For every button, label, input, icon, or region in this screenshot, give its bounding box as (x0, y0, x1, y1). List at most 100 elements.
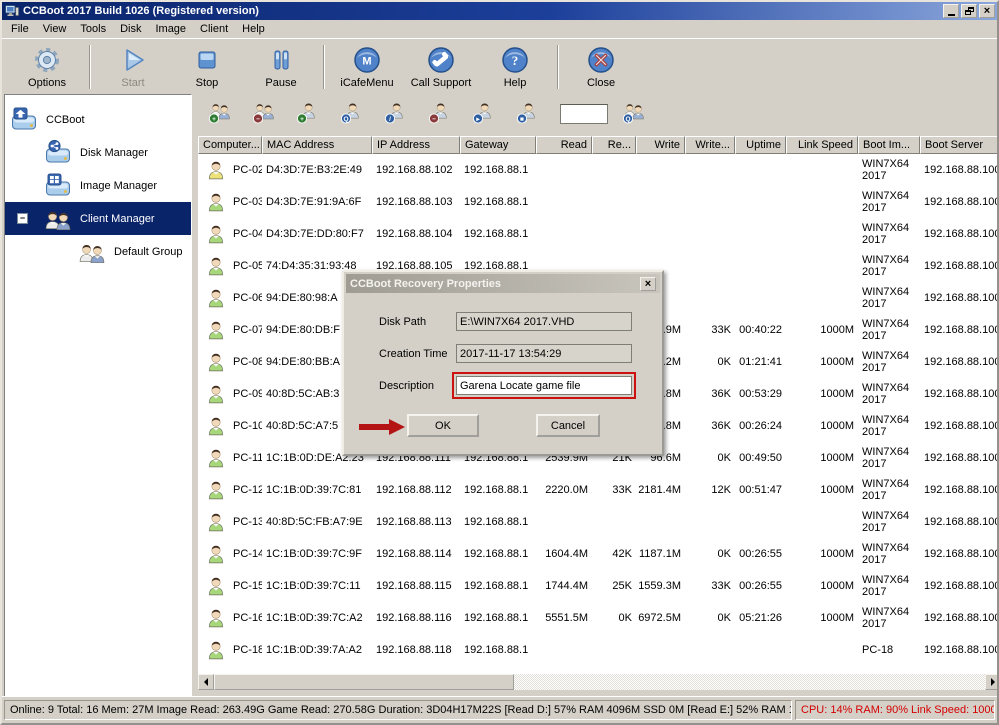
column-header-write_s[interactable]: Write... (685, 136, 735, 154)
column-header-mac[interactable]: MAC Address (262, 136, 372, 154)
scroll-left-button[interactable] (198, 674, 214, 690)
client-row-pc-18[interactable]: PC-181C:1B:0D:39:7A:A2192.168.88.118192.… (198, 634, 999, 666)
client-row-pc-13[interactable]: PC-1340:8D:5C:FB:A7:9E192.168.88.113192.… (198, 506, 999, 538)
client-name-label: PC-06 (233, 292, 262, 304)
remove-group-button[interactable]: − (252, 101, 276, 127)
cell-name: PC-13 (198, 506, 262, 538)
toolbar-button-start[interactable]: Start (96, 42, 170, 92)
cell-boot_image: WIN7X64 2017 (858, 186, 920, 218)
tree-collapse-icon[interactable]: − (17, 213, 28, 224)
client-toolbar: +−+Q/−▸■Q (198, 99, 666, 129)
help-icon: ? (500, 44, 530, 76)
close-button[interactable]: × (979, 4, 995, 18)
column-header-ip[interactable]: IP Address (372, 136, 460, 154)
close-icon (586, 44, 616, 76)
description-field[interactable] (456, 376, 632, 395)
menu-item-disk[interactable]: Disk (113, 21, 148, 37)
remove-client-button[interactable]: − (428, 101, 452, 127)
client-row-pc-03[interactable]: PC-03D4:3D:7E:91:9A:6F192.168.88.103192.… (198, 186, 999, 218)
toolbar-button-label: iCafeMenu (340, 77, 393, 89)
restore-button[interactable] (961, 4, 977, 18)
menu-item-file[interactable]: File (4, 21, 36, 37)
sidebar-item-ccboot[interactable]: CCBoot (5, 103, 191, 136)
scroll-right-button[interactable] (985, 674, 999, 690)
column-header-gw[interactable]: Gateway (460, 136, 536, 154)
creation-time-field[interactable] (456, 344, 632, 363)
add-client-button[interactable]: + (296, 101, 320, 127)
edit-client-button[interactable]: / (384, 101, 408, 127)
scrollbar-thumb[interactable] (214, 674, 514, 690)
cell-ip: 192.168.88.112 (372, 474, 460, 506)
svg-text:?: ? (512, 53, 519, 68)
cell-uptime: 00:51:47 (735, 474, 786, 506)
cell-gw: 192.168.88.1 (460, 506, 536, 538)
cell-boot_image: WIN7X64 2017 (858, 506, 920, 538)
cell-read (536, 634, 592, 666)
client-row-pc-16[interactable]: PC-161C:1B:0D:39:7C:A2192.168.88.116192.… (198, 602, 999, 634)
start-client-button[interactable]: ▸ (472, 101, 496, 127)
icafemenu-icon: M (352, 44, 382, 76)
toolbar-button-close[interactable]: Close (564, 42, 638, 92)
column-header-uptime[interactable]: Uptime (735, 136, 786, 154)
ok-button[interactable]: OK (407, 414, 479, 437)
cell-read_s: 0K (592, 602, 636, 634)
cell-boot_image: WIN7X64 2017 (858, 474, 920, 506)
column-header-link[interactable]: Link Speed (786, 136, 858, 154)
column-header-read[interactable]: Read (536, 136, 592, 154)
annotation-arrow-icon (358, 418, 406, 439)
client-search-input[interactable] (560, 104, 608, 124)
scrollbar-track[interactable] (514, 674, 985, 690)
menu-item-image[interactable]: Image (148, 21, 193, 37)
client-row-pc-15[interactable]: PC-151C:1B:0D:39:7C:11192.168.88.115192.… (198, 570, 999, 602)
menu-item-tools[interactable]: Tools (73, 21, 113, 37)
dialog-close-button[interactable]: × (640, 277, 656, 291)
cell-uptime: 00:26:55 (735, 570, 786, 602)
search-client-button[interactable]: Q (340, 101, 364, 127)
column-header-boot_server[interactable]: Boot Server (920, 136, 999, 154)
scroll-left-icon (200, 678, 208, 686)
menu-item-help[interactable]: Help (235, 21, 272, 37)
tree-item-label: CCBoot (46, 114, 85, 126)
column-header-write[interactable]: Write (636, 136, 685, 154)
toolbar-button-icafemenu[interactable]: MiCafeMenu (330, 42, 404, 92)
svg-text:−: − (432, 116, 436, 123)
find-client-button[interactable]: Q (622, 101, 646, 127)
ccboot-window: CCBoot 2017 Build 1026 (Registered versi… (0, 0, 999, 725)
sidebar-item-client-manager[interactable]: −Client Manager (5, 202, 191, 235)
sidebar-item-default-group[interactable]: Default Group (5, 235, 191, 268)
client-name-label: PC-16 (233, 612, 262, 624)
cell-ip: 192.168.88.102 (372, 154, 460, 186)
toolbar-button-help[interactable]: ?Help (478, 42, 552, 92)
menu-item-view[interactable]: View (36, 21, 74, 37)
client-row-pc-04[interactable]: PC-04D4:3D:7E:DD:80:F7192.168.88.104192.… (198, 218, 999, 250)
client-row-pc-14[interactable]: PC-141C:1B:0D:39:7C:9F192.168.88.114192.… (198, 538, 999, 570)
column-header-boot_image[interactable]: Boot Im... (858, 136, 920, 154)
minimize-button[interactable] (943, 4, 959, 18)
toolbar-button-label: Start (121, 77, 144, 89)
disk-path-field[interactable] (456, 312, 632, 331)
toolbar-button-pause[interactable]: Pause (244, 42, 318, 92)
menu-item-client[interactable]: Client (193, 21, 235, 37)
toolbar-button-stop[interactable]: Stop (170, 42, 244, 92)
column-header-read_s[interactable]: Re... (592, 136, 636, 154)
stop-client-button[interactable]: ■ (516, 101, 540, 127)
client-row-pc-02[interactable]: PC-02D4:3D:7E:B3:2E:49192.168.88.102192.… (198, 154, 999, 186)
client-status-icon (206, 192, 226, 212)
add-group-button[interactable]: + (208, 101, 232, 127)
svg-text:/: / (389, 116, 391, 123)
cell-boot_image: WIN7X64 2017 (858, 250, 920, 282)
client-row-pc-12[interactable]: PC-121C:1B:0D:39:7C:81192.168.88.112192.… (198, 474, 999, 506)
horizontal-scrollbar[interactable] (198, 674, 999, 690)
client-status-icon (206, 384, 226, 404)
sidebar-item-disk-manager[interactable]: Disk Manager (5, 136, 191, 169)
toolbar-button-call-support[interactable]: Call Support (404, 42, 478, 92)
cell-ip: 192.168.88.104 (372, 218, 460, 250)
cell-write_s: 33K (685, 314, 735, 346)
toolbar-button-options[interactable]: Options (10, 42, 84, 92)
default-group-icon (79, 240, 105, 264)
cancel-button[interactable]: Cancel (536, 414, 600, 437)
column-header-name[interactable]: Computer... (198, 136, 262, 154)
cell-mac: D4:3D:7E:B3:2E:49 (262, 154, 372, 186)
cell-uptime: 00:26:24 (735, 410, 786, 442)
sidebar-item-image-manager[interactable]: Image Manager (5, 169, 191, 202)
